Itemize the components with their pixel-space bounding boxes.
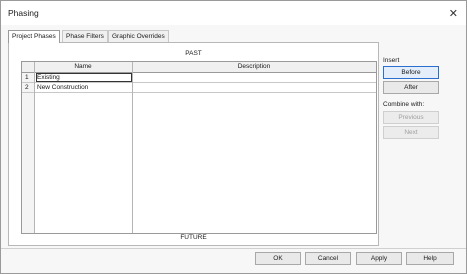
phase-description-cell[interactable] bbox=[134, 83, 374, 92]
dialog-title: Phasing bbox=[8, 8, 39, 18]
combine-previous-button[interactable]: Previous bbox=[383, 111, 439, 124]
footer-divider bbox=[1, 248, 466, 249]
row-number: 2 bbox=[25, 84, 29, 91]
combine-group-label: Combine with: bbox=[383, 101, 425, 108]
column-divider bbox=[34, 62, 35, 233]
phasing-dialog: Phasing ✕ Project Phases Phase Filters G… bbox=[0, 0, 467, 274]
phases-table: Name Description 1 Existing 2 New Constr… bbox=[21, 61, 377, 234]
future-label: FUTURE bbox=[180, 234, 207, 241]
table-row[interactable]: 2 New Construction bbox=[22, 83, 376, 93]
insert-group-label: Insert bbox=[383, 57, 400, 64]
row-number: 1 bbox=[25, 74, 29, 81]
table-row[interactable]: 1 Existing bbox=[22, 73, 376, 83]
ok-button[interactable]: OK bbox=[255, 252, 301, 265]
past-label: PAST bbox=[185, 50, 202, 57]
column-header-name: Name bbox=[74, 63, 92, 70]
title-bar: Phasing ✕ bbox=[1, 1, 466, 25]
insert-after-button[interactable]: After bbox=[383, 81, 439, 94]
project-phases-panel: PAST Name Description 1 Existing 2 New C… bbox=[8, 42, 379, 246]
close-icon[interactable]: ✕ bbox=[449, 7, 458, 20]
insert-before-button[interactable]: Before bbox=[383, 66, 439, 79]
phase-name-cell[interactable]: New Construction bbox=[36, 83, 132, 92]
tab-graphic-overrides[interactable]: Graphic Overrides bbox=[108, 30, 169, 42]
cancel-button[interactable]: Cancel bbox=[305, 252, 351, 265]
combine-next-button[interactable]: Next bbox=[383, 126, 439, 139]
tab-project-phases[interactable]: Project Phases bbox=[8, 30, 60, 43]
table-header: Name Description bbox=[22, 62, 376, 73]
column-divider bbox=[132, 62, 133, 233]
row-number-column bbox=[22, 73, 34, 233]
phase-description-cell[interactable] bbox=[134, 73, 374, 82]
column-header-description: Description bbox=[237, 63, 271, 70]
phase-name-cell[interactable]: Existing bbox=[36, 73, 132, 82]
tab-phase-filters[interactable]: Phase Filters bbox=[62, 30, 108, 42]
apply-button[interactable]: Apply bbox=[356, 252, 402, 265]
help-button[interactable]: Help bbox=[406, 252, 454, 265]
